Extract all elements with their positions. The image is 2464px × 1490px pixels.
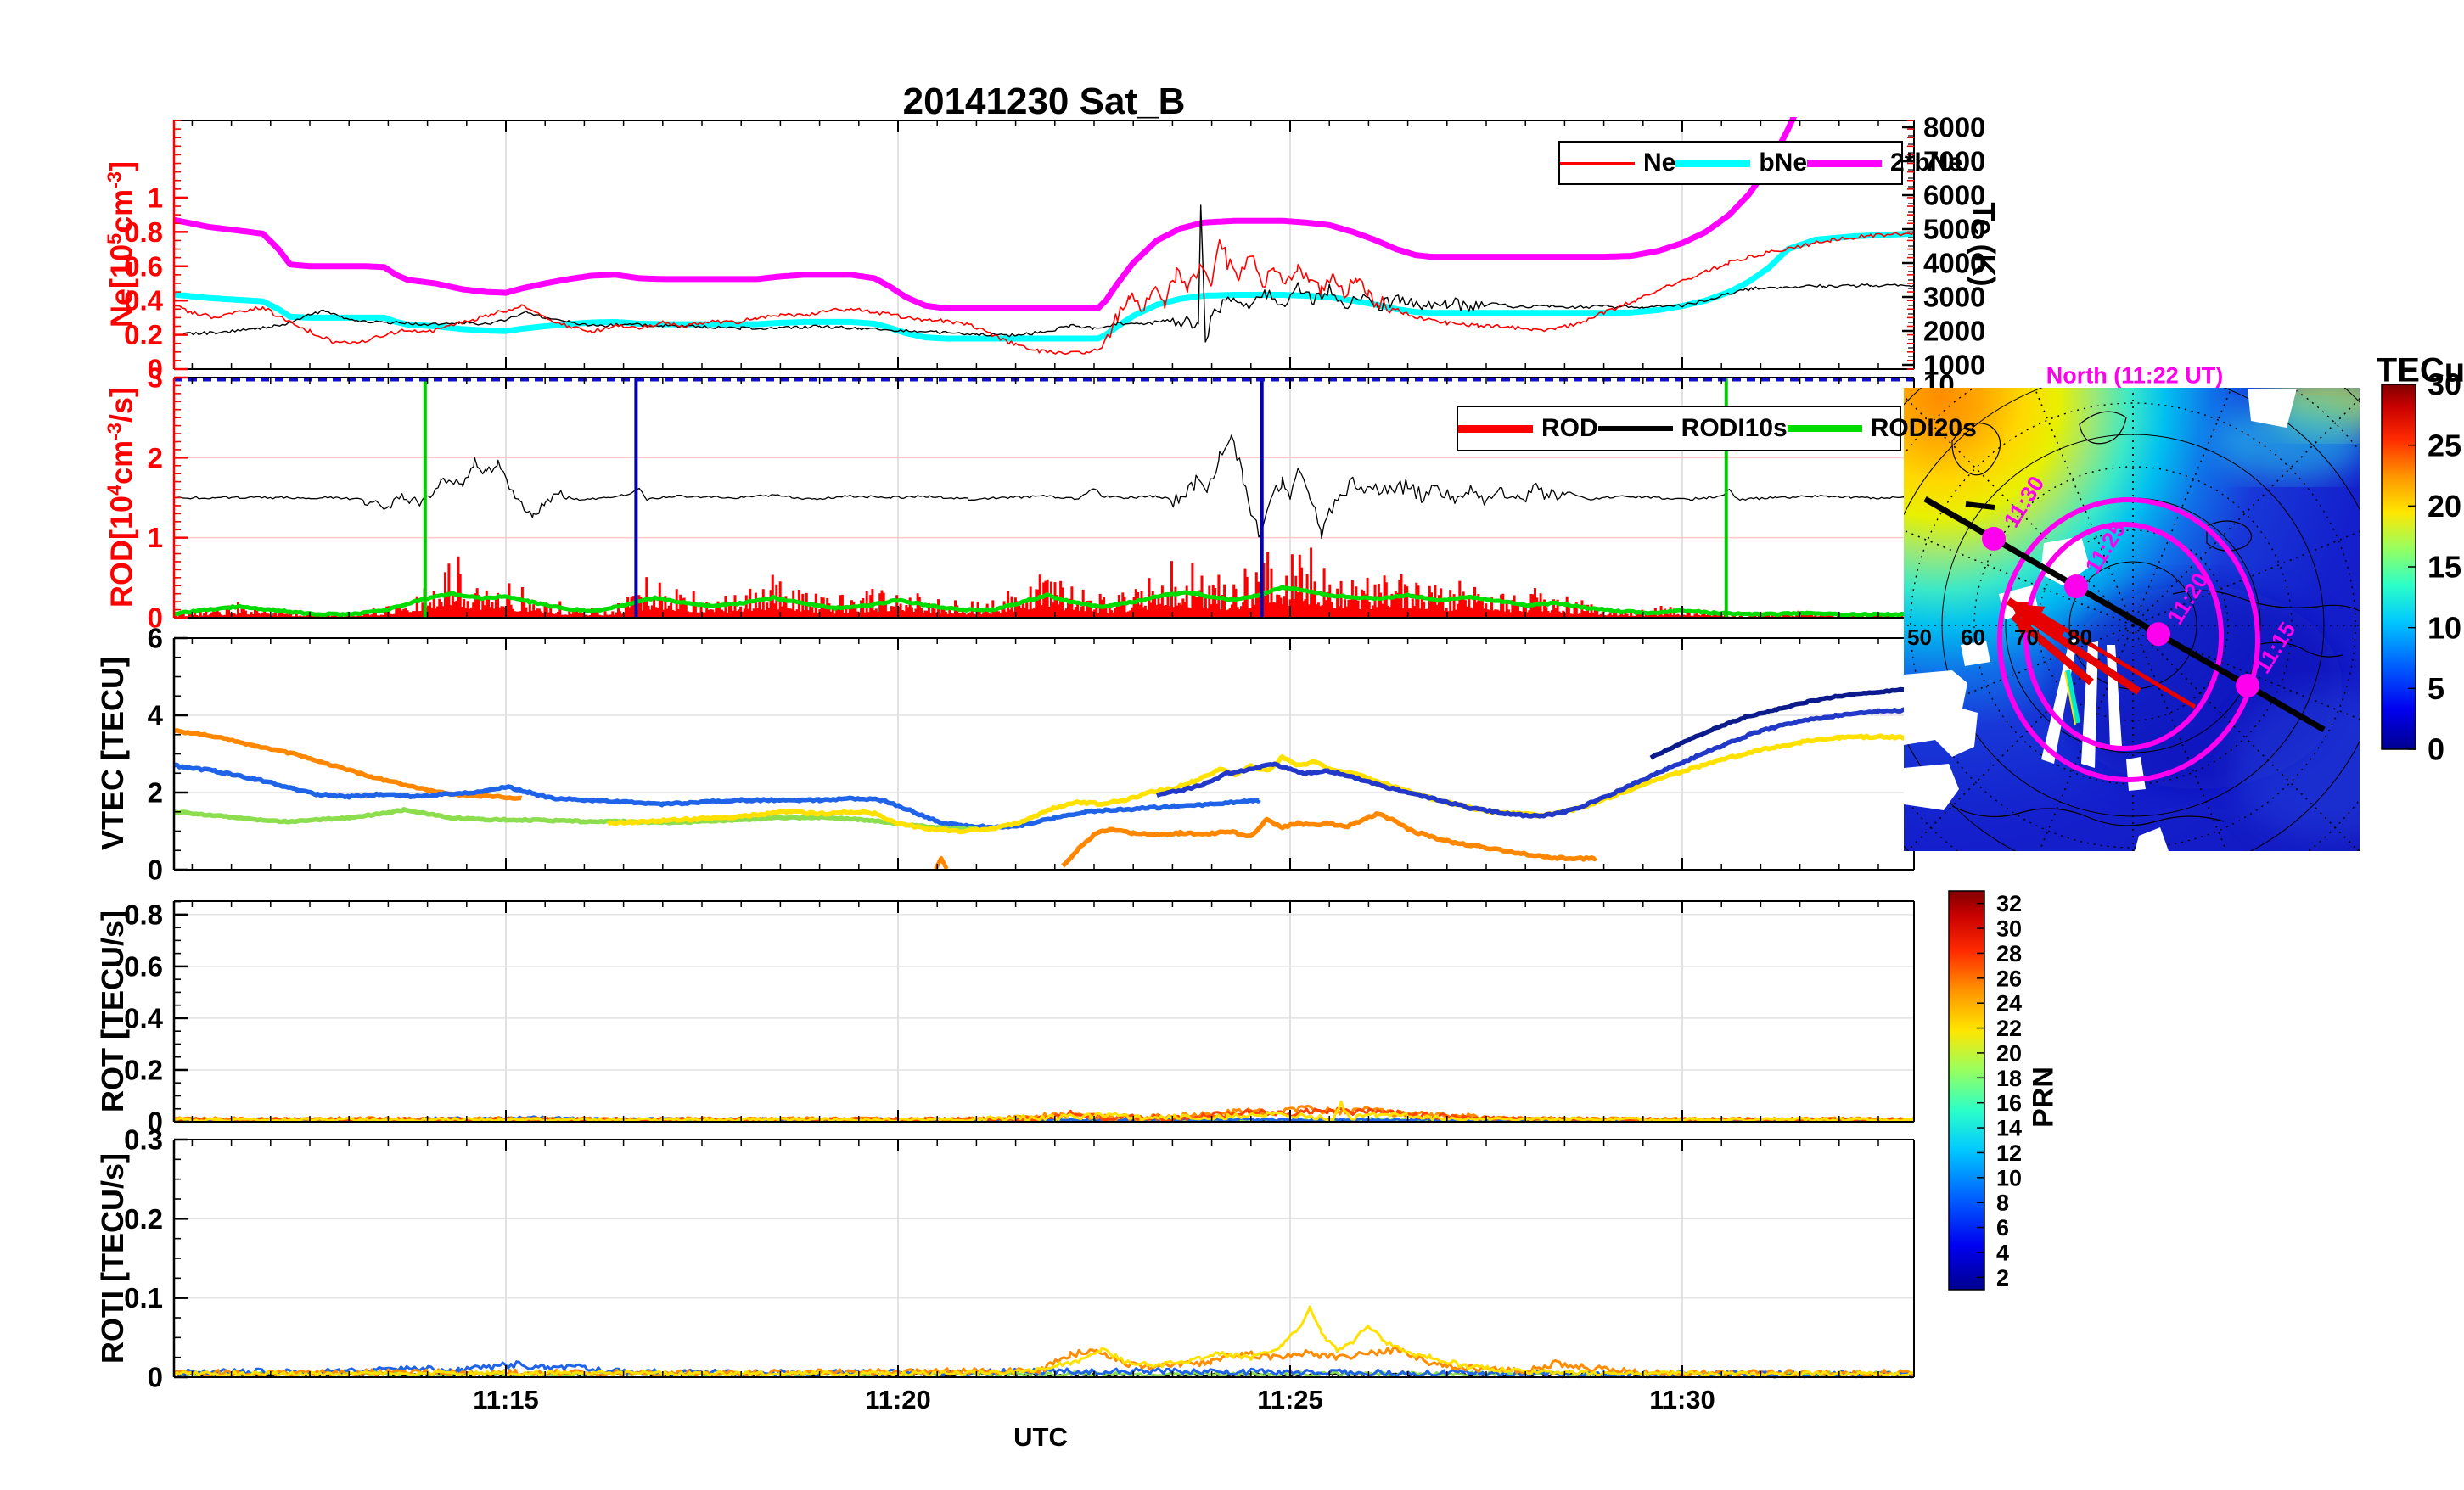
figure-canvas: 10.80.60.40.2080007000600050004000300020… <box>0 0 2464 1490</box>
legend-swatch <box>1788 425 1862 432</box>
tecu-colorbar-tick-label: 0 <box>2428 732 2444 767</box>
prn-colorbar-tick-label: 28 <box>1996 941 2022 966</box>
legend-label: 2*bNe <box>1890 148 1962 177</box>
panel-vtec-chart: 6 4 2 0 <box>148 623 1914 886</box>
tecu-colorbar-tick-label: 10 <box>2428 610 2461 645</box>
map-title: North (11:22 UT) <box>2046 363 2224 389</box>
prn-colorbar-tick-label: 32 <box>1996 891 2022 916</box>
ytick-label: 1 <box>148 182 163 213</box>
legend-label: bNe <box>1759 148 1807 177</box>
map-lat-label: 70 <box>2014 625 2039 650</box>
map-lat-label: 50 <box>1907 625 1932 650</box>
tecu-colorbar-tick-label: 5 <box>2428 671 2444 706</box>
legend-item-Ne: Ne <box>1560 148 1675 177</box>
legend-item-RODI20s: RODI20s <box>1788 414 1977 443</box>
page-title: 20141230 Sat_B <box>903 81 1186 123</box>
legend-item-2*bNe: 2*bNe <box>1807 148 1962 177</box>
legend-swatch <box>1560 162 1635 165</box>
ytick-label: 3 <box>148 362 163 394</box>
te-tick-label: 2000 <box>1923 316 1985 347</box>
legend-label: Ne <box>1643 148 1675 177</box>
prn-colorbar-tick-label: 18 <box>1996 1066 2022 1091</box>
ytick-label: 2 <box>148 442 163 473</box>
panel-roti-chart: 0.30.20.10 <box>124 1124 1914 1393</box>
tec-map: 5060708011:3011:2511:2011:15 <box>1734 227 2464 1024</box>
prn-colorbar-tick-label: 6 <box>1996 1215 2009 1241</box>
ytick-label: 0.3 <box>124 1124 163 1156</box>
tecu-colorbar-tick-label: 15 <box>2428 550 2461 585</box>
prn-colorbar-tick-label: 26 <box>1996 966 2022 991</box>
tecu-colorbar-tick-label: 20 <box>2428 489 2461 524</box>
ytick-label: 0 <box>148 1362 163 1393</box>
legend-ne: NebNe2*bNe <box>1558 141 1903 185</box>
legend-item-RODI10s: RODI10s <box>1598 414 1788 443</box>
ytick-label: 6 <box>148 623 163 654</box>
legend-item-ROD: ROD <box>1458 414 1598 443</box>
rod-axis-label: ROD[104cm-3/s] <box>104 387 140 608</box>
legend-swatch <box>1458 425 1533 433</box>
panel-rot-chart: 0.80.60.40.20 <box>124 899 1914 1137</box>
prn-colorbar-tick-label: 8 <box>1996 1190 2009 1216</box>
ytick-label: 1 <box>148 522 163 553</box>
x-axis-label: UTC <box>1013 1422 1068 1453</box>
legend-swatch <box>1807 160 1882 167</box>
te-tick-label: 8000 <box>1923 112 1985 143</box>
prn-colorbar-tick-label: 16 <box>1996 1090 2022 1116</box>
xtick-label: 11:15 <box>473 1385 539 1414</box>
prn-colorbar-tick-label: 20 <box>1996 1040 2022 1066</box>
ne-axis-label: Ne[105cm-3] <box>104 161 140 328</box>
ytick-label: 0 <box>148 854 163 886</box>
prn-colorbar-tick-label: 12 <box>1996 1140 2022 1166</box>
panel-rod-chart: 3210 <box>148 362 1914 634</box>
prn-colorbar-tick-label: 30 <box>1996 916 2022 942</box>
prn-colorbar-tick-label: 10 <box>1996 1165 2022 1190</box>
prn-colorbar-tick-label: 4 <box>1996 1240 2009 1265</box>
xtick-label: 11:30 <box>1649 1385 1715 1414</box>
figure-root: 10.80.60.40.2080007000600050004000300020… <box>0 0 2464 1490</box>
prn-colorbar-tick-label: 14 <box>1996 1116 2022 1141</box>
prn-colorbar-tick-label: 24 <box>1996 991 2022 1017</box>
roti-axis-label: ROTI [TECU/s] <box>95 1153 131 1364</box>
prn-colorbar-tick-label: 22 <box>1996 1016 2022 1041</box>
rot-axis-label: ROT [TECU/s] <box>95 910 131 1112</box>
legend-label: RODI10s <box>1681 414 1788 443</box>
tecu-colorbar-tick-label: 25 <box>2428 428 2461 462</box>
map-lat-label: 80 <box>2068 625 2092 650</box>
legend-swatch <box>1598 426 1673 431</box>
ytick-label: 4 <box>148 700 164 731</box>
tecu-colorbar-title: TECu <box>2377 352 2464 390</box>
legend-rod: RODRODI10sRODI20s <box>1457 406 1901 451</box>
prn-colorbar-tick-label: 2 <box>1996 1265 2009 1291</box>
ytick-label: 2 <box>148 777 163 809</box>
legend-label: RODI20s <box>1871 414 1977 443</box>
prn-colorbar: 3230282624222018161412108642 <box>1949 891 2022 1291</box>
xtick-label: 11:20 <box>865 1385 931 1414</box>
tecu-colorbar: 302520151050 <box>2382 367 2461 767</box>
prn-colorbar-label: PRN <box>2028 1067 2061 1128</box>
xtick-label: 11:25 <box>1257 1385 1323 1414</box>
legend-swatch <box>1675 160 1750 167</box>
legend-item-bNe: bNe <box>1675 148 1807 177</box>
map-lat-label: 60 <box>1961 625 1985 650</box>
vtec-axis-label: VTEC [TECU] <box>95 657 131 850</box>
legend-label: ROD <box>1541 414 1598 443</box>
te-axis-label: Te (K) <box>1966 202 2001 286</box>
